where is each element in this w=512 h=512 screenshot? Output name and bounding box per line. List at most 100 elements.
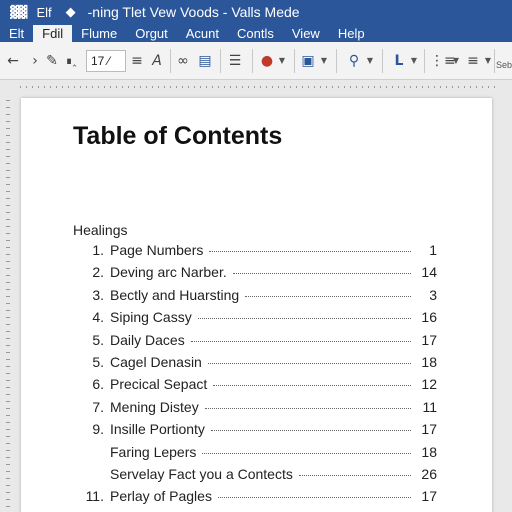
- file-label[interactable]: Elf: [36, 5, 51, 20]
- toc-entry[interactable]: 11. Perlay of Pagles 17: [81, 488, 437, 510]
- italic-icon[interactable]: A: [150, 51, 164, 71]
- menu-item-elt[interactable]: Elt: [0, 25, 33, 42]
- toc-entry-title: Page Numbers: [110, 242, 204, 258]
- menu-item-flume[interactable]: Flume: [72, 25, 126, 42]
- menu-item-fdil[interactable]: Fdil: [33, 25, 73, 42]
- chevron-down-icon[interactable]: ▼: [484, 51, 492, 71]
- toc-leader-dots: [190, 340, 411, 342]
- toc-leader-dots: [298, 474, 411, 476]
- toc-entry-title: Faring Lepers: [110, 443, 197, 460]
- menu-item-acunt[interactable]: Acunt: [177, 25, 228, 42]
- toc-entry-number: 1.: [92, 242, 104, 258]
- toc-entry-title: Precical Sepact: [110, 376, 208, 393]
- back-arrow-icon[interactable]: ←: [6, 51, 20, 71]
- toc-entry-title: Siping Cassy: [110, 309, 192, 326]
- record-icon[interactable]: ●: [260, 51, 274, 71]
- toc-entry[interactable]: Servelay Fact you a Contects 26: [81, 466, 437, 488]
- window-title: -ning Tlet Vew Voods - Valls Mede: [87, 4, 300, 20]
- pen-icon[interactable]: ✎: [46, 51, 58, 71]
- toc-entry-page: 12: [421, 376, 437, 393]
- toc-entry-page: 18: [421, 443, 437, 460]
- toc-heading: Healings: [73, 222, 128, 238]
- menu-item-view[interactable]: View: [283, 25, 329, 42]
- toc-entry[interactable]: Faring Lepers 18: [81, 444, 437, 466]
- toc-entry-number: 7.: [92, 398, 104, 415]
- toc-leader-dots: [209, 251, 411, 252]
- bullet-list-icon[interactable]: ⋮≡: [430, 51, 456, 71]
- toc-entry-page: 17: [421, 421, 437, 438]
- chevron-down-icon[interactable]: ▼: [410, 51, 418, 71]
- numbered-list-icon[interactable]: ≡: [466, 51, 480, 71]
- toc-entry-number: 11.: [85, 488, 104, 505]
- toc-entry-page: 26: [421, 465, 437, 482]
- toc-entry-title: Daily Daces: [110, 331, 185, 348]
- paragraph-lines-icon[interactable]: ☰: [228, 51, 242, 71]
- menu-item-contls[interactable]: Contls: [228, 25, 283, 42]
- toc-entry-number: 4.: [92, 309, 104, 326]
- toc-entry-number: 3.: [92, 286, 104, 303]
- toc-entry[interactable]: 2. Deving arc Narber. 14: [81, 264, 437, 286]
- forward-arrow-icon[interactable]: ›: [28, 51, 42, 71]
- toc-entry-page: 1: [429, 242, 437, 258]
- toc-entry[interactable]: 5. Daily Daces 17: [81, 332, 437, 354]
- document-page[interactable]: Table of Contents Healings 1. Page Numbe…: [21, 98, 492, 512]
- app-grid-icon[interactable]: ▓▓: [10, 5, 27, 19]
- toc-leader-dots: [207, 362, 411, 364]
- toc-entry[interactable]: 6. Precical Sepact 12: [81, 376, 437, 398]
- align-lines-icon[interactable]: ≡: [130, 51, 144, 71]
- toc-entry[interactable]: 9. Insille Portionty 17: [81, 421, 437, 443]
- toc-entry-title: Insille Portionty: [110, 421, 205, 438]
- menu-item-orgut[interactable]: Orgut: [126, 25, 177, 42]
- toc-leader-dots: [210, 430, 411, 432]
- chevron-down-icon[interactable]: ▼: [452, 51, 460, 71]
- search-icon[interactable]: ⚲: [346, 51, 362, 71]
- toc-entry[interactable]: 3. Bectly and Huarsting 3: [81, 287, 437, 309]
- toc-entry-page: 3: [429, 286, 437, 303]
- style-l-icon[interactable]: L: [392, 51, 406, 71]
- toc-entry[interactable]: 4. Siping Cassy 16: [81, 309, 437, 331]
- title-bar: ▓▓ Elf ◆ -ning Tlet Vew Voods - Valls Me…: [0, 0, 512, 24]
- side-label: Seb: [496, 60, 512, 70]
- quick-access-icon[interactable]: ◆: [66, 5, 76, 20]
- format-painter-icon[interactable]: ∎‸: [62, 51, 80, 71]
- toolbar: ← › ✎ ∎‸ 17 ⁄ ≡ A ∞ ▤ ☰ ● ▼ ▣ ▼ ⚲ ▼ L ▼ …: [0, 42, 512, 80]
- horizontal-ruler[interactable]: [20, 82, 500, 92]
- toc-entry[interactable]: 5. Cagel Denasin 18: [81, 354, 437, 376]
- document-title: Table of Contents: [73, 122, 283, 150]
- menu-bar: Elt Fdil Flume Orgut Acunt Contls View H…: [0, 24, 512, 42]
- chevron-down-icon[interactable]: ▼: [366, 51, 374, 71]
- toc-entry-number: 9.: [92, 421, 104, 438]
- toc-entry[interactable]: 7. Mening Distey 11: [81, 399, 437, 421]
- toc-entry-title: Perlay of Pagles: [110, 488, 212, 505]
- page-number-value: 17: [91, 54, 105, 68]
- toc-entry-title: Mening Distey: [110, 398, 199, 415]
- toc-leader-dots: [217, 497, 411, 499]
- toc-leader-dots: [213, 385, 411, 387]
- toc-list: 1. Page Numbers 1 2. Deving arc Narber. …: [81, 242, 437, 511]
- toc-leader-dots: [202, 452, 411, 454]
- toc-entry-title: Deving arc Narber.: [110, 264, 227, 281]
- toc-entry-number: 5.: [92, 331, 104, 348]
- toc-entry-title: Cagel Denasin: [110, 353, 202, 370]
- chevron-down-icon[interactable]: ▼: [278, 51, 286, 71]
- toc-entry-page: 14: [421, 264, 437, 281]
- insert-image-icon[interactable]: ▣: [300, 51, 316, 71]
- toc-leader-dots: [197, 318, 411, 320]
- toc-entry-number: 2.: [92, 264, 104, 281]
- toc-entry-number: 5.: [92, 353, 104, 370]
- toc-leader-dots: [232, 273, 411, 275]
- toc-entry-page: 17: [421, 488, 437, 505]
- link-icon[interactable]: ∞: [176, 51, 190, 71]
- toc-leader-dots: [204, 407, 411, 409]
- highlight-icon[interactable]: ▤: [198, 51, 212, 71]
- toc-entry-page: 16: [421, 309, 437, 326]
- toc-entry-title: Bectly and Huarsting: [110, 286, 240, 303]
- toc-entry-page: 18: [421, 353, 437, 370]
- vertical-ruler[interactable]: [6, 100, 10, 512]
- page-number-field[interactable]: 17 ⁄: [86, 50, 126, 72]
- menu-item-help[interactable]: Help: [329, 25, 374, 42]
- chevron-down-icon[interactable]: ▼: [320, 51, 328, 71]
- toc-entry-title: Servelay Fact you a Contects: [110, 465, 293, 482]
- toc-entry-page: 17: [421, 331, 437, 348]
- toc-entry[interactable]: 1. Page Numbers 1: [81, 242, 437, 264]
